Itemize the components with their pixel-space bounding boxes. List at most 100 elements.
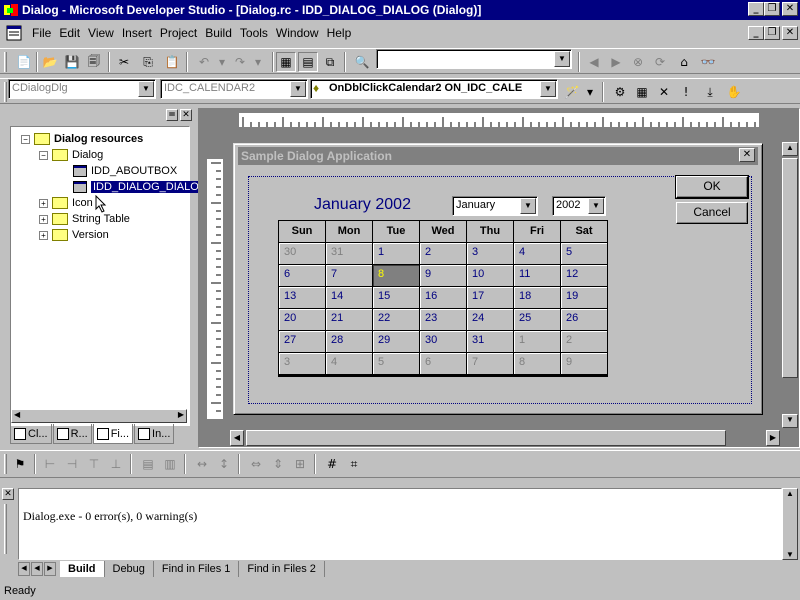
chevron-down-icon[interactable]: ▼ <box>554 51 570 67</box>
open-icon[interactable]: 📂 <box>40 52 60 72</box>
ok-button[interactable]: OK <box>675 175 749 199</box>
calendar-day-cell[interactable]: 5 <box>373 353 419 374</box>
cancel-button[interactable]: Cancel <box>676 202 748 224</box>
copy-icon[interactable]: ⎘ <box>138 52 158 72</box>
calendar-day-cell[interactable]: 15 <box>373 287 419 308</box>
calendar-day-cell[interactable]: 31 <box>326 243 372 264</box>
tab-info-view[interactable]: In... <box>134 424 175 444</box>
output-grip[interactable] <box>4 504 7 554</box>
build-icon[interactable]: ▦ <box>632 82 652 102</box>
tree-icon-folder[interactable]: + Icon <box>39 197 93 209</box>
align-left-icon[interactable]: ⊢ <box>40 454 60 474</box>
tab-scroll-first-icon[interactable]: ◀ <box>18 562 30 576</box>
calendar-day-cell[interactable]: 2 <box>420 243 466 264</box>
toggle-grid-icon[interactable]: # <box>322 454 342 474</box>
binoculars-icon[interactable]: 👓 <box>698 52 718 72</box>
align-bottom-icon[interactable]: ⊥ <box>106 454 126 474</box>
paste-icon[interactable]: 📋 <box>162 52 182 72</box>
save-icon[interactable]: 💾 <box>62 52 82 72</box>
members-combo[interactable]: ♦ OnDblClickCalendar2 ON_IDC_CALE ▼ <box>310 79 558 99</box>
refresh-icon[interactable]: ⟳ <box>650 52 670 72</box>
scroll-left-icon[interactable]: ◀ <box>14 410 20 419</box>
stop-build-icon[interactable]: ✕ <box>654 82 674 102</box>
calendar-day-cell[interactable]: 6 <box>420 353 466 374</box>
calendar-day-cell[interactable]: 7 <box>467 353 513 374</box>
calendar-day-cell[interactable]: 3 <box>467 243 513 264</box>
title-bar[interactable]: Dialog - Microsoft Developer Studio - [D… <box>0 0 800 20</box>
workspace-close-button[interactable]: ✕ <box>180 109 192 121</box>
chevron-down-icon[interactable]: ▼ <box>588 198 604 214</box>
calendar-day-cell[interactable]: 25 <box>514 309 560 330</box>
calendar-day-cell[interactable]: 26 <box>561 309 607 330</box>
scroll-up-icon[interactable]: ▲ <box>782 142 798 156</box>
output-text-area[interactable]: Dialog.exe - 0 error(s), 0 warning(s) <box>18 488 782 560</box>
menu-insert[interactable]: Insert <box>118 26 156 40</box>
menu-project[interactable]: Project <box>156 26 201 40</box>
scroll-thumb[interactable] <box>782 158 798 378</box>
editor-vertical-scrollbar[interactable]: ▲ ▼ <box>782 142 798 428</box>
center-horizontal-icon[interactable]: ▥ <box>160 454 180 474</box>
menu-help[interactable]: Help <box>323 26 356 40</box>
menu-tools[interactable]: Tools <box>236 26 272 40</box>
calendar-day-cell[interactable]: 23 <box>420 309 466 330</box>
redo-icon[interactable]: ↷ <box>230 52 250 72</box>
workspace-restore-button[interactable]: = <box>166 109 178 121</box>
sample-dialog-close-button[interactable]: ✕ <box>739 148 755 162</box>
resource-tree[interactable]: − Dialog resources − Dialog IDD_ABOUTBOX… <box>10 126 210 426</box>
chevron-down-icon[interactable]: ▼ <box>290 81 306 97</box>
scroll-left-icon[interactable]: ◀ <box>230 430 244 446</box>
calendar-day-cell[interactable]: 3 <box>279 353 325 374</box>
chevron-down-icon[interactable]: ▼ <box>138 81 154 97</box>
toolbar-grip[interactable] <box>4 82 7 102</box>
align-right-icon[interactable]: ⊣ <box>62 454 82 474</box>
home-icon[interactable]: ⌂ <box>674 52 694 72</box>
go-icon[interactable]: ⤓ <box>700 82 720 102</box>
vertical-ruler[interactable] <box>207 159 223 419</box>
execute-icon[interactable]: ! <box>676 82 696 102</box>
calendar-day-cell[interactable]: 11 <box>514 265 560 286</box>
tree-root[interactable]: − Dialog resources <box>21 133 143 145</box>
make-same-size-icon[interactable]: ⊞ <box>290 454 310 474</box>
tree-string-table-folder[interactable]: + String Table <box>39 213 130 225</box>
calendar-day-cell[interactable]: 17 <box>467 287 513 308</box>
find-in-files-icon[interactable]: 🔍 <box>352 52 372 72</box>
calendar-day-cell[interactable]: 31 <box>467 331 513 352</box>
cut-icon[interactable]: ✂ <box>114 52 134 72</box>
calendar-day-cell[interactable]: 7 <box>326 265 372 286</box>
tab-scroll-left-icon[interactable]: ◀ <box>31 562 43 576</box>
mdi-restore-button[interactable]: ❐ <box>764 26 780 40</box>
year-select[interactable]: 2002 ▼ <box>552 196 606 216</box>
menu-window[interactable]: Window <box>272 26 323 40</box>
wizard-wand-icon[interactable]: 🪄 <box>562 82 582 102</box>
mdi-close-button[interactable]: ✕ <box>782 26 798 40</box>
scroll-down-icon[interactable]: ▼ <box>786 550 794 559</box>
calendar-day-cell[interactable]: 5 <box>561 243 607 264</box>
mdi-minimize-button[interactable]: _ <box>748 26 764 40</box>
toolbar-grip[interactable] <box>4 454 7 474</box>
menu-build[interactable]: Build <box>201 26 236 40</box>
tab-class-view[interactable]: Cl... <box>10 424 52 444</box>
calendar-day-cell[interactable]: 13 <box>279 287 325 308</box>
menu-edit[interactable]: Edit <box>55 26 84 40</box>
output-vertical-scrollbar[interactable]: ▲ ▼ <box>782 488 798 560</box>
calendar-day-cell[interactable]: 21 <box>326 309 372 330</box>
undo-icon[interactable]: ↶ <box>194 52 214 72</box>
space-across-icon[interactable]: ↔ <box>192 454 212 474</box>
editor-horizontal-scrollbar[interactable]: ◀ ▶ <box>230 430 798 446</box>
class-combo[interactable]: CDialogDlg ▼ <box>8 79 156 99</box>
save-all-icon[interactable]: 🗐 <box>84 52 104 72</box>
scroll-right-icon[interactable]: ▶ <box>178 410 184 419</box>
tab-resource-view[interactable]: R... <box>52 424 92 444</box>
tab-file-view[interactable]: Fi... <box>92 424 134 444</box>
scroll-thumb[interactable] <box>246 430 726 446</box>
scroll-right-icon[interactable]: ▶ <box>766 430 780 446</box>
calendar-day-cell[interactable]: 14 <box>326 287 372 308</box>
output-close-button[interactable]: ✕ <box>2 488 14 500</box>
wizard-dropdown-icon[interactable]: ▾ <box>580 82 600 102</box>
calendar-grid[interactable]: Sun Mon Tue Wed Thu Fri Sat 30 31 1 2 3 4 5 6 7 8 9 10 11 12… <box>278 220 608 377</box>
collapse-icon[interactable]: − <box>21 134 30 144</box>
tab-find-in-files-1[interactable]: Find in Files 1 <box>154 561 240 577</box>
find-combo[interactable]: ▼ <box>376 49 572 69</box>
calendar-day-cell[interactable]: 4 <box>514 243 560 264</box>
center-vertical-icon[interactable]: ▤ <box>138 454 158 474</box>
